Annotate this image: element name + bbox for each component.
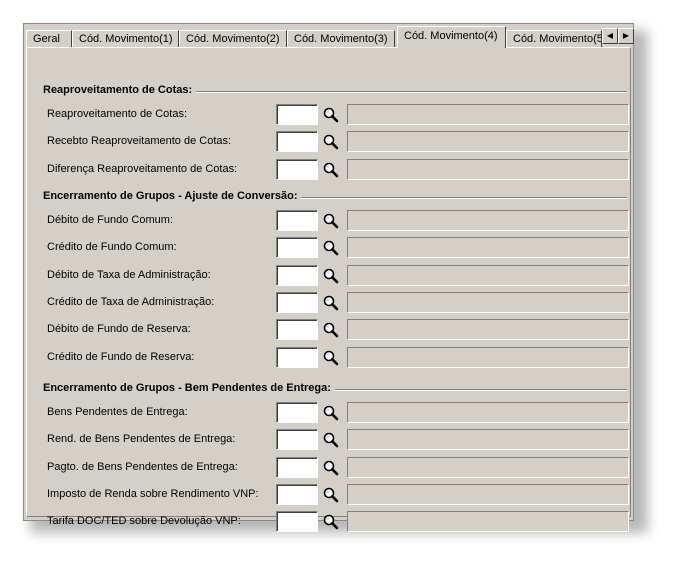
description-field <box>347 104 629 125</box>
field-label: Rend. de Bens Pendentes de Entrega: <box>47 433 236 445</box>
field-label: Reaproveitamento de Cotas: <box>47 108 188 120</box>
description-field <box>347 131 629 152</box>
tab-panel: Reaproveitamento de Cotas: Reaproveitamen… <box>26 47 631 532</box>
description-field <box>347 237 629 258</box>
search-icon <box>323 322 339 338</box>
search-icon <box>323 213 339 229</box>
field-label: Débito de Taxa de Administração: <box>47 269 211 281</box>
field-label: Crédito de Taxa de Administração: <box>47 296 215 308</box>
lookup-button[interactable] <box>322 349 340 367</box>
section-title: Encerramento de Grupos - Bem Pendentes d… <box>43 382 335 394</box>
code-input[interactable] <box>276 402 318 423</box>
search-icon <box>323 405 339 421</box>
field-label: Crédito de Fundo Comum: <box>47 241 177 253</box>
search-icon <box>323 432 339 448</box>
tab-scroll-left-button[interactable]: ◀ <box>602 28 618 44</box>
description-field <box>347 457 629 478</box>
search-icon <box>323 240 339 256</box>
code-input[interactable] <box>276 104 318 125</box>
field-label: Diferença Reaproveitamento de Cotas: <box>47 163 238 175</box>
code-input[interactable] <box>276 131 318 152</box>
lookup-button[interactable] <box>322 486 340 504</box>
lookup-button[interactable] <box>322 294 340 312</box>
lookup-button[interactable] <box>322 431 340 449</box>
section-title: Reaproveitamento de Cotas: <box>43 84 197 96</box>
field-label: Imposto de Renda sobre Rendimento VNP: <box>47 488 259 500</box>
description-field <box>347 511 629 532</box>
code-input[interactable] <box>276 210 318 231</box>
description-field <box>347 159 629 180</box>
code-input[interactable] <box>276 457 318 478</box>
field-label: Pagto. de Bens Pendentes de Entrega: <box>47 461 238 473</box>
code-input[interactable] <box>276 347 318 368</box>
tab-geral[interactable]: Geral <box>26 30 72 47</box>
field-label: Tarifa DOC/TED sobre Devolução VNP: <box>47 515 241 527</box>
search-icon <box>323 460 339 476</box>
code-input[interactable] <box>276 159 318 180</box>
search-icon <box>323 487 339 503</box>
tab-cod-movimento-2[interactable]: Cód. Movimento(2) <box>179 30 287 47</box>
tab-strip: Geral Cód. Movimento(1) Cód. Movimento(2… <box>24 26 635 48</box>
description-field <box>347 319 629 340</box>
lookup-button[interactable] <box>322 239 340 257</box>
field-label: Débito de Fundo Comum: <box>47 214 173 226</box>
code-input[interactable] <box>276 511 318 532</box>
tab-scroll-right-button[interactable]: ▶ <box>618 28 634 44</box>
code-input[interactable] <box>276 484 318 505</box>
search-icon <box>323 162 339 178</box>
tab-cod-movimento-4[interactable]: Cód. Movimento(4) <box>397 26 506 48</box>
code-input[interactable] <box>276 429 318 450</box>
section-title: Encerramento de Grupos - Ajuste de Conve… <box>43 190 302 202</box>
search-icon <box>323 295 339 311</box>
lookup-button[interactable] <box>322 161 340 179</box>
search-icon <box>323 268 339 284</box>
code-input[interactable] <box>276 265 318 286</box>
description-field <box>347 484 629 505</box>
code-input[interactable] <box>276 237 318 258</box>
lookup-button[interactable] <box>322 106 340 124</box>
search-icon <box>323 514 339 530</box>
tab-cod-movimento-1[interactable]: Cód. Movimento(1) <box>72 30 179 47</box>
description-field <box>347 429 629 450</box>
description-field <box>347 210 629 231</box>
field-label: Bens Pendentes de Entrega: <box>47 406 188 418</box>
lookup-button[interactable] <box>322 404 340 422</box>
lookup-button[interactable] <box>322 212 340 230</box>
search-icon <box>323 107 339 123</box>
description-field <box>347 347 629 368</box>
tab-cod-movimento-5[interactable]: Cód. Movimento(5) <box>506 30 602 47</box>
lookup-button[interactable] <box>322 459 340 477</box>
lookup-button[interactable] <box>322 321 340 339</box>
field-label: Débito de Fundo de Reserva: <box>47 323 191 335</box>
lookup-button[interactable] <box>322 513 340 531</box>
lookup-button[interactable] <box>322 267 340 285</box>
lookup-button[interactable] <box>322 133 340 151</box>
description-field <box>347 265 629 286</box>
settings-window: Geral Cód. Movimento(1) Cód. Movimento(2… <box>23 23 635 532</box>
field-label: Recebto Reaproveitamento de Cotas: <box>47 135 232 147</box>
search-icon <box>323 134 339 150</box>
search-icon <box>323 350 339 366</box>
code-input[interactable] <box>276 319 318 340</box>
code-input[interactable] <box>276 292 318 313</box>
tab-cod-movimento-3[interactable]: Cód. Movimento(3) <box>287 30 395 47</box>
description-field <box>347 292 629 313</box>
description-field <box>347 402 629 423</box>
field-label: Crédito de Fundo de Reserva: <box>47 351 195 363</box>
